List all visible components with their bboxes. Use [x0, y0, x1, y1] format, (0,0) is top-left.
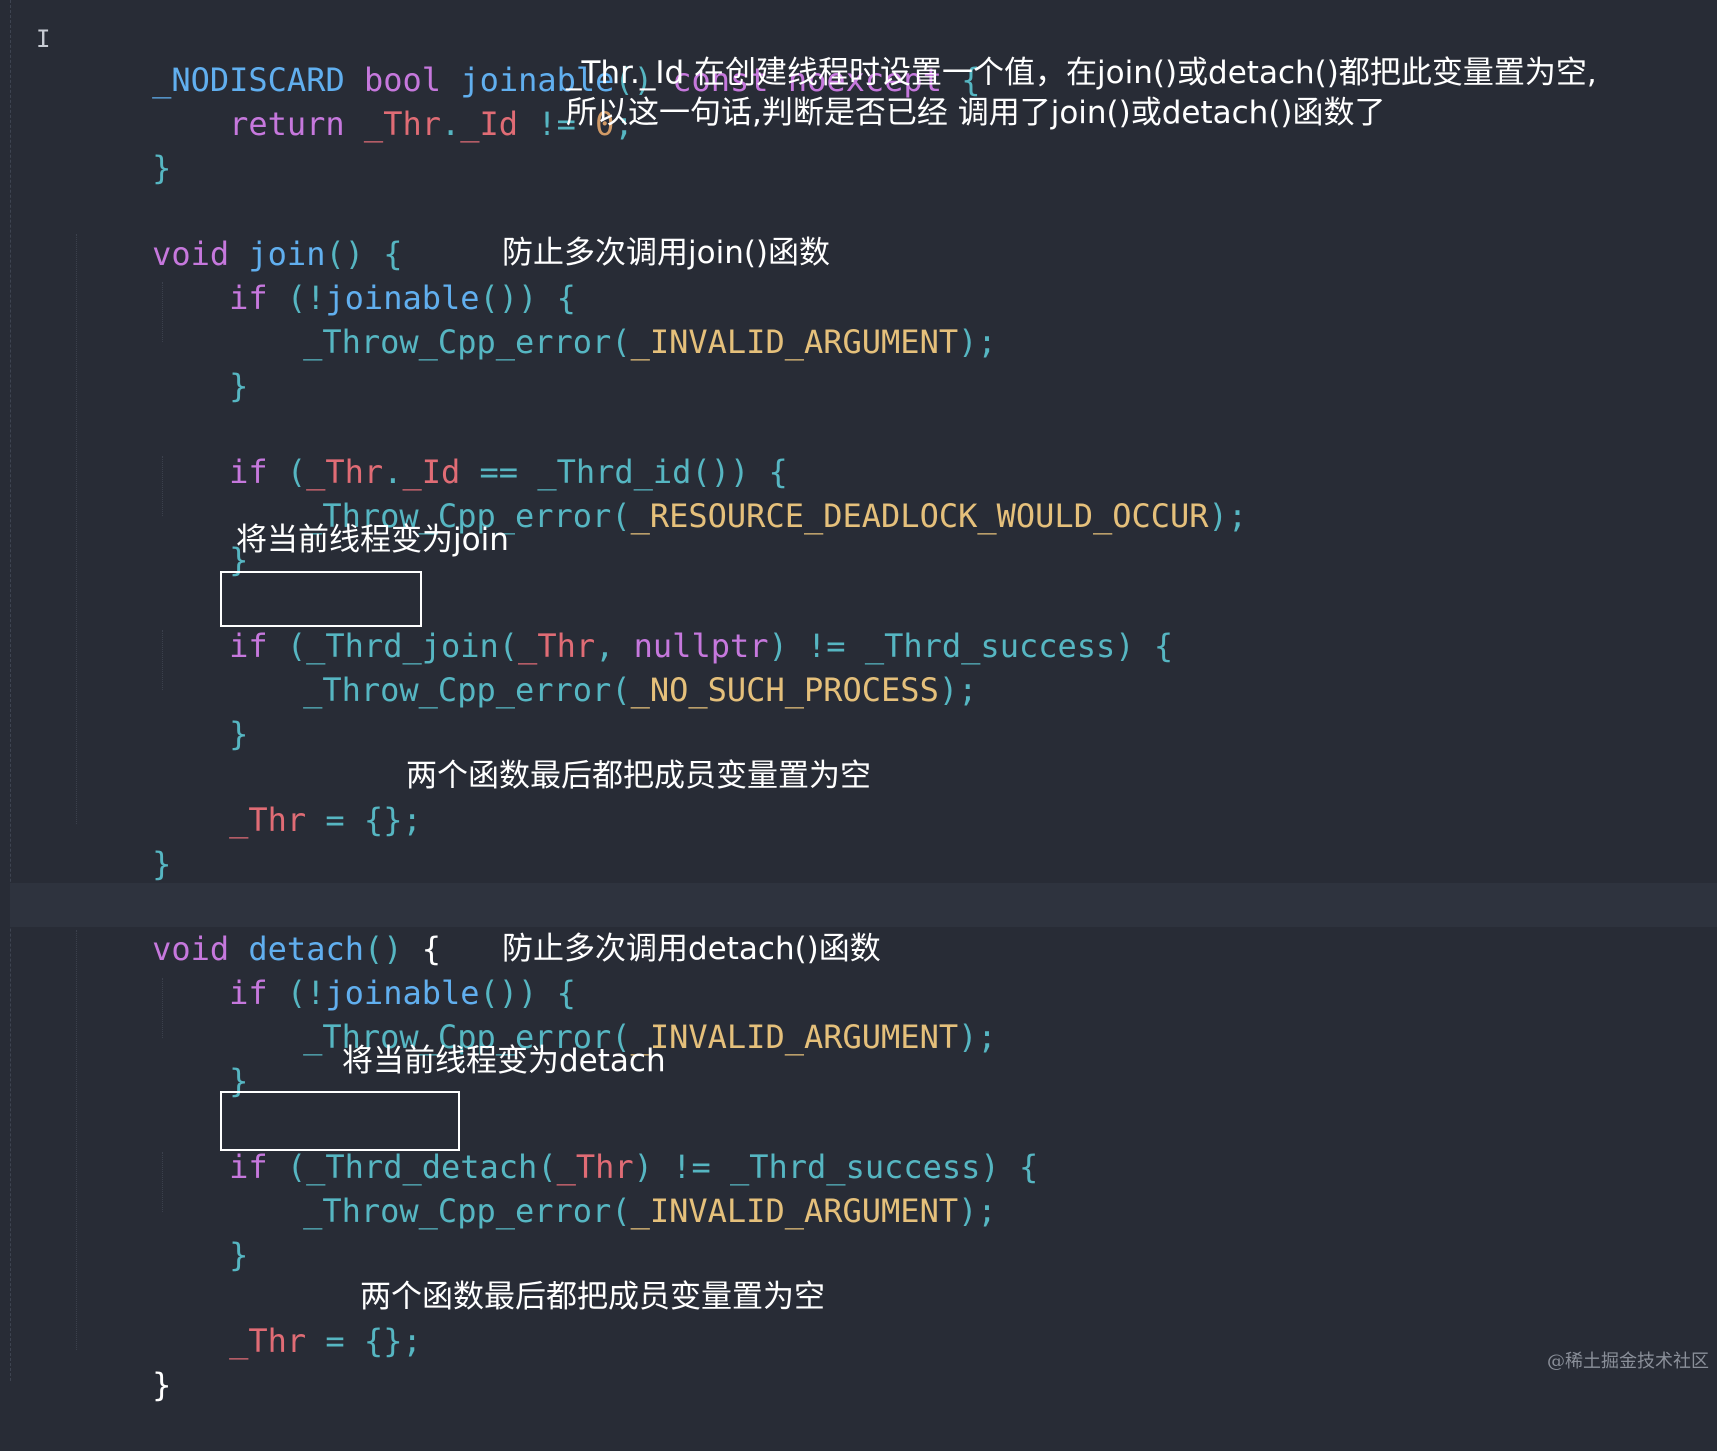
code-line[interactable]: } [152, 668, 248, 753]
brace-token: {}; [363, 801, 422, 839]
paren-token: ); [958, 1192, 997, 1230]
function-call: _Throw_Cpp_error [303, 323, 612, 361]
code-line[interactable]: } [75, 102, 171, 187]
paren-token: ( [611, 1192, 631, 1230]
code-line[interactable]: } [152, 1189, 248, 1274]
code-line[interactable]: _Throw_Cpp_error(_INVALID_ARGUMENT); [226, 276, 997, 361]
code-line[interactable]: _Throw_Cpp_error(_INVALID_ARGUMENT); [226, 971, 997, 1056]
code-editor[interactable]: I _NODISCARD bool joinable() const noexc… [0, 0, 1717, 1404]
annotation-detach-reset: 两个函数最后都把成员变量置为空 [360, 1279, 825, 1315]
paren-token: ) [1115, 627, 1135, 665]
text-cursor-icon: I [36, 25, 51, 53]
annotation-detach-guard: 防止多次调用detach()函数 [502, 931, 881, 967]
brace-token: { [1153, 627, 1174, 665]
code-line[interactable]: _Throw_Cpp_error(_NO_SUCH_PROCESS); [226, 624, 977, 709]
variable-token: _Thr [229, 1322, 307, 1360]
function-call: _Throw_Cpp_error [303, 671, 612, 709]
paren-token: ); [1208, 497, 1248, 535]
paren-token: ); [958, 323, 997, 361]
code-line[interactable]: } [75, 798, 171, 883]
indent-guide [76, 234, 77, 824]
paren-token: ); [938, 671, 978, 709]
paren-token: ); [958, 1018, 997, 1056]
code-line[interactable]: if (_Thr._Id == _Thrd_id()) { [152, 406, 788, 491]
code-line[interactable]: } [152, 320, 248, 405]
annotation-join-guard: 防止多次调用join()函数 [502, 235, 831, 271]
thrd-join-highlight-box [220, 571, 422, 627]
constant-token: _NO_SUCH_PROCESS [630, 671, 939, 709]
brace-token: } [229, 715, 249, 753]
paren-token: ( [611, 671, 631, 709]
brace-token: { [1018, 1148, 1039, 1186]
operator-token: = [325, 1322, 345, 1360]
code-line[interactable]: return _Thr._Id != 0; [152, 58, 634, 143]
operator-token: = [325, 801, 345, 839]
annotation-join-state: 将当前线程变为join [236, 522, 509, 558]
brace-token: {}; [363, 1322, 422, 1360]
brace-token: } [152, 149, 172, 187]
variable-token: _Id [460, 105, 519, 143]
operator-token: . [440, 105, 461, 143]
gutter-guide [10, 0, 11, 1381]
code-line[interactable]: _NODISCARD bool joinable() const noexcep… [75, 14, 980, 99]
constant-token: _INVALID_ARGUMENT [630, 1018, 959, 1056]
code-line[interactable]: void join() { [75, 188, 402, 273]
annotation-join-reset: 两个函数最后都把成员变量置为空 [406, 758, 871, 794]
variable-token: _Thr [363, 105, 441, 143]
paren-token: ( [611, 323, 631, 361]
watermark: @稀土掘金技术社区 [1547, 1351, 1709, 1372]
brace-token: } [229, 1236, 249, 1274]
code-line[interactable]: } [152, 1015, 248, 1100]
keyword-token: return [229, 105, 345, 143]
paren-token: ( [611, 497, 631, 535]
constant-token: _RESOURCE_DEADLOCK_WOULD_OCCUR [630, 497, 1209, 535]
code-line[interactable]: void detach() { [75, 883, 441, 968]
thrd-detach-highlight-box [220, 1091, 460, 1151]
annotation-detach-state: 将当前线程变为detach [342, 1043, 666, 1079]
code-line[interactable]: } [75, 1319, 171, 1404]
code-line[interactable]: _Throw_Cpp_error(_INVALID_ARGUMENT); [226, 1145, 997, 1230]
annotation-id-note-line2: 所以这一句话,判断是否已经 调用了join()或detach()函数了 [566, 95, 1386, 131]
annotation-id-note-line1: _Thr._Id 在创建线程时设置一个值，在join()或detach()都把此… [566, 55, 1597, 91]
variable-token: _Thr [229, 801, 307, 839]
code-line[interactable]: } [152, 494, 248, 579]
constant-token: _INVALID_ARGUMENT [630, 1192, 959, 1230]
brace-token: } [152, 845, 172, 883]
function-call: _Throw_Cpp_error [303, 1192, 612, 1230]
code-line[interactable]: _Thr = {}; [152, 754, 422, 839]
code-line[interactable]: _Throw_Cpp_error(_RESOURCE_DEADLOCK_WOUL… [226, 450, 1247, 535]
constant-token: _INVALID_ARGUMENT [630, 323, 959, 361]
brace-token: } [229, 367, 249, 405]
brace-token: } [152, 1366, 172, 1404]
